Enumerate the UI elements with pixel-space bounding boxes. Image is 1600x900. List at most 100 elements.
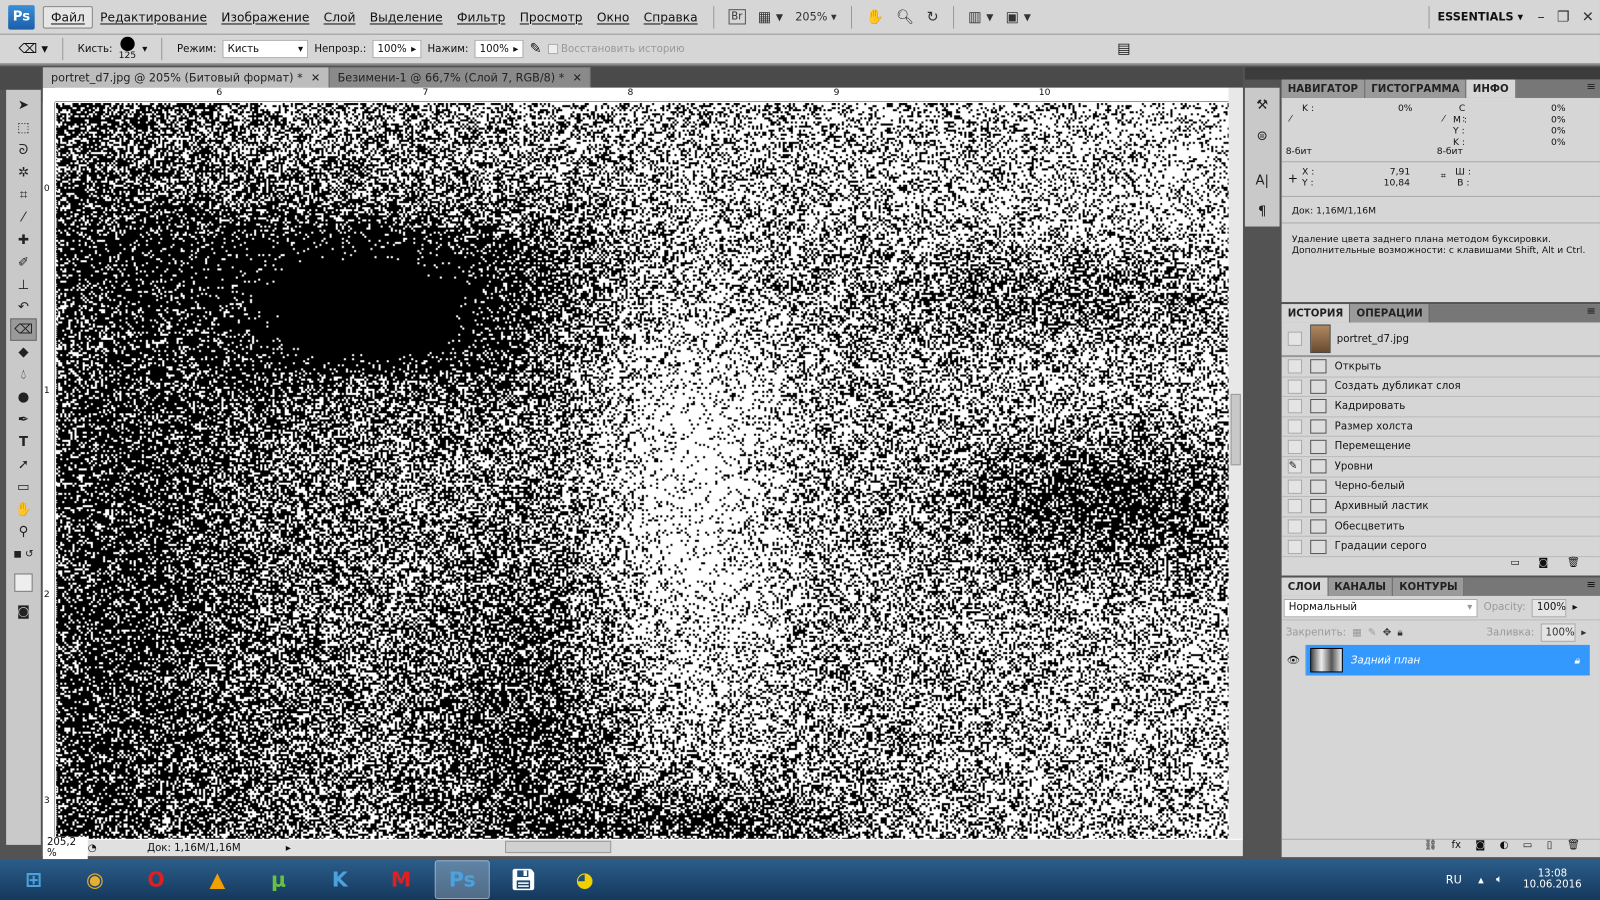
- tray-arrow-icon[interactable]: ▴: [1478, 873, 1484, 886]
- history-source-checkbox[interactable]: [1288, 399, 1302, 413]
- layer-style-icon[interactable]: fx: [1451, 840, 1461, 857]
- opacity-input[interactable]: 100% ▸: [372, 40, 421, 58]
- tablet-pressure-icon[interactable]: ▤: [1117, 41, 1131, 57]
- history-item[interactable]: Черно-белый: [1282, 477, 1600, 497]
- history-source-checkbox[interactable]: [1288, 419, 1302, 433]
- restore-icon[interactable]: ❐: [1557, 9, 1570, 25]
- arrange-documents-icon[interactable]: ▥ ▾: [968, 9, 993, 25]
- panel-menu-icon[interactable]: ≡: [1586, 578, 1599, 596]
- clock[interactable]: 13:08 10.06.2016: [1523, 868, 1581, 890]
- new-document-icon[interactable]: ▭: [1510, 557, 1520, 573]
- utorrent-taskbar-icon[interactable]: μ: [251, 860, 306, 899]
- opacity-arrow-icon[interactable]: ▸: [1573, 602, 1578, 613]
- zoom-tool-icon[interactable]: 🔍︎: [896, 9, 914, 25]
- link-layers-icon[interactable]: ⛓: [1424, 840, 1437, 857]
- history-source-checkbox[interactable]: [1288, 479, 1302, 493]
- lock-transparency-icon[interactable]: ▦: [1352, 627, 1362, 638]
- brush-picker[interactable]: 125: [119, 37, 137, 61]
- menu-layer[interactable]: Слой: [316, 7, 362, 27]
- pen-tool-icon[interactable]: ✒: [10, 408, 37, 430]
- hand-tool-icon[interactable]: ✋: [10, 498, 37, 520]
- menu-image[interactable]: Изображение: [214, 7, 316, 27]
- status-menu-icon[interactable]: ◔: [88, 842, 102, 853]
- quick-mask-icon[interactable]: ◙: [10, 600, 37, 622]
- fill-arrow-icon[interactable]: ▸: [1581, 627, 1586, 638]
- menu-window[interactable]: Окно: [590, 7, 637, 27]
- workspace-switcher[interactable]: ESSENTIALS ▾: [1437, 10, 1523, 23]
- screen-mode-icon[interactable]: ▣ ▾: [1006, 9, 1031, 25]
- tab-layers[interactable]: СЛОИ: [1282, 578, 1328, 596]
- close-icon[interactable]: ✕: [1582, 9, 1594, 25]
- blend-mode-select[interactable]: Нормальный ▾: [1284, 598, 1478, 616]
- history-item[interactable]: Перемещение: [1282, 437, 1600, 457]
- menu-select[interactable]: Выделение: [363, 7, 450, 27]
- history-item[interactable]: Градации серого: [1282, 537, 1600, 557]
- panel-menu-icon[interactable]: ≡: [1586, 80, 1599, 98]
- view-extras-icon[interactable]: ▦ ▾: [758, 9, 783, 25]
- adjustment-layer-icon[interactable]: ◐: [1500, 840, 1509, 857]
- marquee-tool-icon[interactable]: ⬚: [10, 116, 37, 138]
- horizontal-ruler[interactable]: 6 7 8 9 10: [55, 88, 1228, 102]
- restore-history-checkbox[interactable]: Восстановить историю: [548, 43, 685, 54]
- snapshot-checkbox[interactable]: [1288, 332, 1302, 346]
- bridge-button[interactable]: Br: [728, 9, 745, 24]
- new-group-icon[interactable]: ▭: [1523, 840, 1533, 857]
- color-app-taskbar-icon[interactable]: ◕: [557, 860, 612, 899]
- brush-tool-icon[interactable]: ✐: [10, 251, 37, 273]
- character-panel-icon[interactable]: A|: [1249, 169, 1276, 191]
- vertical-ruler[interactable]: 0 1 2 3: [43, 102, 55, 839]
- tab-actions[interactable]: ОПЕРАЦИИ: [1350, 304, 1429, 322]
- eraser-tool-icon[interactable]: ⌫: [10, 318, 37, 340]
- history-item[interactable]: Архивный ластик: [1282, 497, 1600, 517]
- volume-icon[interactable]: 🔈︎: [1496, 872, 1503, 886]
- zoom-tool-icon[interactable]: ⚲: [10, 520, 37, 542]
- tab-navigator[interactable]: НАВИГАТОР: [1282, 80, 1366, 98]
- k-app-taskbar-icon[interactable]: K: [312, 860, 367, 899]
- tab-info[interactable]: ИНФО: [1467, 80, 1516, 98]
- menu-help[interactable]: Справка: [637, 7, 705, 27]
- menu-view[interactable]: Просмотр: [513, 7, 590, 27]
- history-snapshot[interactable]: portret_d7.jpg: [1282, 322, 1600, 357]
- history-source-checkbox[interactable]: ✎: [1288, 459, 1302, 473]
- healing-brush-icon[interactable]: ✚: [10, 229, 37, 251]
- type-tool-icon[interactable]: T: [10, 431, 37, 453]
- status-arrow-icon[interactable]: ▸: [286, 842, 291, 853]
- flow-input[interactable]: 100% ▸: [475, 40, 524, 58]
- history-item[interactable]: Размер холста: [1282, 417, 1600, 437]
- snapshot-icon[interactable]: ◙: [1538, 557, 1548, 573]
- blur-tool-icon[interactable]: 💧︎: [10, 363, 37, 385]
- magic-wand-icon[interactable]: ✲: [10, 161, 37, 183]
- tab-portret[interactable]: portret_d7.jpg @ 205% (Битовый формат) *…: [43, 67, 330, 87]
- menu-file[interactable]: Файл: [43, 6, 93, 28]
- vertical-scrollbar[interactable]: [1229, 88, 1243, 839]
- history-source-checkbox[interactable]: [1288, 379, 1302, 393]
- brush-dropdown-icon[interactable]: ▾: [142, 43, 147, 54]
- history-brush-icon[interactable]: ↶: [10, 296, 37, 318]
- history-source-checkbox[interactable]: [1288, 519, 1302, 533]
- delete-layer-icon[interactable]: 🗑︎: [1567, 840, 1580, 857]
- layer-name[interactable]: Задний план: [1351, 655, 1574, 666]
- save-app-taskbar-icon[interactable]: 💾︎: [496, 860, 551, 899]
- visibility-eye-icon[interactable]: 👁︎: [1282, 645, 1306, 676]
- lasso-tool-icon[interactable]: ᘐ: [10, 139, 37, 161]
- rotate-view-icon[interactable]: ↻: [927, 9, 939, 25]
- lock-pixels-icon[interactable]: ✎: [1368, 627, 1377, 638]
- minimize-icon[interactable]: –: [1537, 9, 1544, 25]
- history-source-checkbox[interactable]: [1288, 359, 1302, 373]
- hand-tool-icon[interactable]: ✋: [866, 9, 884, 25]
- tab-histogram[interactable]: ГИСТОГРАММА: [1365, 80, 1467, 98]
- zoom-level-dropdown[interactable]: 205% ▾: [795, 10, 836, 23]
- eyedropper-icon[interactable]: ⁄: [10, 206, 37, 228]
- rectangle-tool-icon[interactable]: ▭: [10, 476, 37, 498]
- paint-bucket-icon[interactable]: ◆: [10, 341, 37, 363]
- history-item[interactable]: Обесцветить: [1282, 517, 1600, 537]
- tab-channels[interactable]: КАНАЛЫ: [1328, 578, 1393, 596]
- close-tab-icon[interactable]: ✕: [573, 71, 582, 84]
- airbrush-icon[interactable]: ✎: [530, 41, 542, 57]
- history-source-checkbox[interactable]: [1288, 499, 1302, 513]
- dodge-tool-icon[interactable]: ●: [10, 386, 37, 408]
- tool-presets-icon[interactable]: ⚒: [1249, 94, 1276, 116]
- stamp-tool-icon[interactable]: ⊥: [10, 273, 37, 295]
- lock-position-icon[interactable]: ✥: [1383, 627, 1392, 638]
- layer-opacity-input[interactable]: 100%: [1532, 598, 1567, 616]
